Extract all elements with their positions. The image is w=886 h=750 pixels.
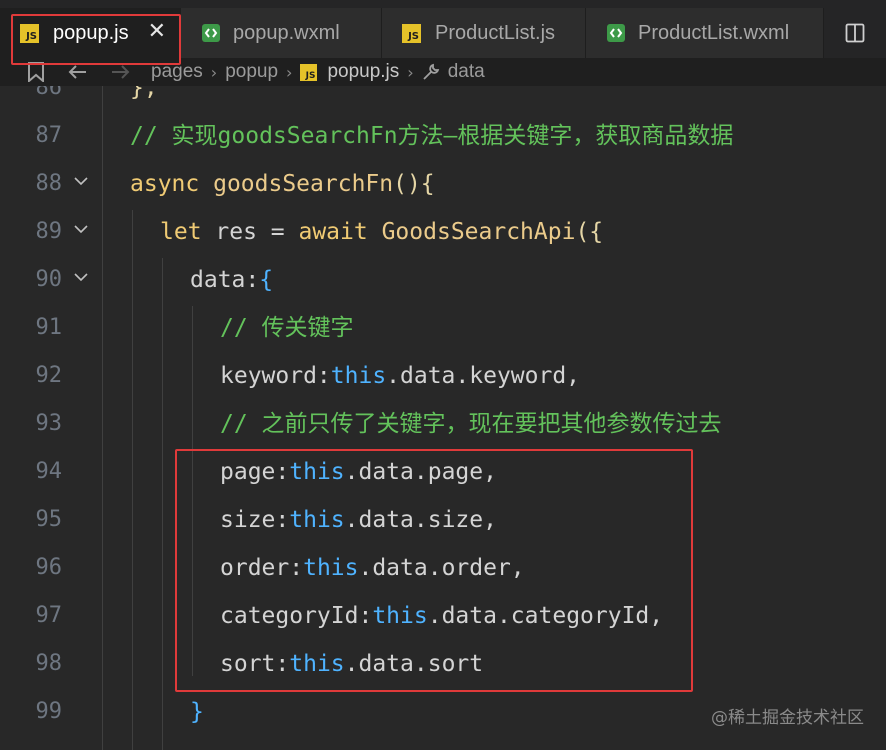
code-highlight-box — [175, 449, 693, 692]
code-token: this — [330, 363, 387, 389]
fold-chevron-icon[interactable] — [72, 208, 90, 256]
tab-productlist-js[interactable]: JS ProductList.js — [382, 8, 586, 58]
code-token: data: — [190, 267, 260, 293]
tab-label: popup.wxml — [233, 21, 340, 44]
code-token: .data.keyword, — [386, 363, 581, 389]
fold-chevron-icon[interactable] — [72, 160, 90, 208]
line-number: 93 — [35, 411, 63, 436]
fold-chevron-icon[interactable] — [72, 256, 90, 304]
code-line[interactable]: 91 // 传关键字 — [0, 304, 886, 352]
tab-productlist-wxml[interactable]: ProductList.wxml — [586, 8, 824, 58]
code-token: GoodsSearchApi — [381, 219, 576, 245]
code-line[interactable]: 87 // 实现goodsSearchFn方法—根据关键字，获取商品数据 — [0, 112, 886, 160]
line-number: 97 — [35, 603, 63, 628]
line-number: 87 — [35, 123, 63, 148]
breadcrumb-item-popup-js[interactable]: popup.js — [327, 61, 399, 83]
code-token: async — [130, 171, 214, 197]
code-token: await — [298, 219, 382, 245]
code-token: keyword: — [220, 363, 331, 389]
forward-arrow-icon[interactable] — [111, 64, 131, 80]
wxml-file-icon — [202, 24, 220, 42]
code-token: } — [190, 699, 204, 725]
wrench-icon — [422, 63, 440, 81]
code-text: // 传关键字 — [220, 304, 354, 352]
code-line[interactable]: 86}, — [0, 86, 886, 112]
split-editor-icon — [845, 23, 865, 43]
code-line[interactable]: 92 keyword:this.data.keyword, — [0, 352, 886, 400]
split-editor-button[interactable] — [824, 8, 886, 58]
tab-label: ProductList.wxml — [638, 21, 790, 44]
code-text: // 之前只传了关键字，现在要把其他参数传过去 — [220, 400, 722, 448]
chevron-right-icon: › — [210, 62, 218, 82]
line-number: 91 — [35, 315, 63, 340]
code-token: }, — [130, 86, 158, 101]
breadcrumb-item-popup[interactable]: popup — [225, 61, 278, 83]
code-line[interactable]: 93 // 之前只传了关键字，现在要把其他参数传过去 — [0, 400, 886, 448]
code-text: } — [190, 688, 204, 736]
chevron-right-icon: › — [407, 62, 414, 82]
back-arrow-icon[interactable] — [67, 64, 87, 80]
line-number: 99 — [35, 699, 63, 724]
code-line[interactable]: 88 async goodsSearchFn(){ — [0, 160, 886, 208]
chevron-right-icon: › — [286, 62, 293, 82]
javascript-file-icon: JS — [402, 23, 421, 43]
line-number: 86 — [35, 86, 63, 100]
line-number: 95 — [35, 507, 63, 532]
wxml-file-icon — [607, 24, 625, 42]
code-text: keyword:this.data.keyword, — [220, 352, 580, 400]
line-number: 94 — [35, 459, 63, 484]
code-text: data:{ — [190, 256, 273, 304]
code-text: let res = await GoodsSearchApi({ — [160, 208, 603, 256]
tab-popup-wxml[interactable]: popup.wxml — [181, 8, 382, 58]
code-token: // 实现goodsSearchFn方法—根据关键字，获取商品数据 — [130, 123, 734, 149]
bookmark-icon[interactable] — [27, 62, 45, 82]
code-token: ({ — [575, 219, 604, 245]
code-text: // 实现goodsSearchFn方法—根据关键字，获取商品数据 — [130, 112, 733, 160]
code-text: }, — [130, 86, 158, 112]
code-token: // 传关键字 — [220, 315, 354, 341]
line-number: 96 — [35, 555, 63, 580]
code-token: (){ — [393, 171, 435, 197]
breadcrumb-item-data[interactable]: data — [448, 61, 485, 83]
line-number: 98 — [35, 651, 63, 676]
line-number: 88 — [35, 171, 63, 196]
code-token: goodsSearchFn — [213, 171, 394, 197]
tab-highlight-box — [11, 14, 181, 65]
watermark: @稀土掘金技术社区 — [711, 708, 864, 728]
code-token: let — [160, 219, 216, 245]
line-number: 90 — [35, 267, 63, 292]
line-number: 89 — [35, 219, 63, 244]
tab-label: ProductList.js — [435, 21, 556, 44]
code-line[interactable]: 89 let res = await GoodsSearchApi({ — [0, 208, 886, 256]
code-token: { — [259, 267, 274, 293]
line-number: 92 — [35, 363, 63, 388]
code-token: // 之前只传了关键字，现在要把其他参数传过去 — [220, 411, 722, 437]
javascript-file-icon: JS — [300, 63, 318, 81]
code-token: res = — [215, 219, 299, 245]
code-text: async goodsSearchFn(){ — [130, 160, 435, 208]
code-line[interactable]: 90 data:{ — [0, 256, 886, 304]
